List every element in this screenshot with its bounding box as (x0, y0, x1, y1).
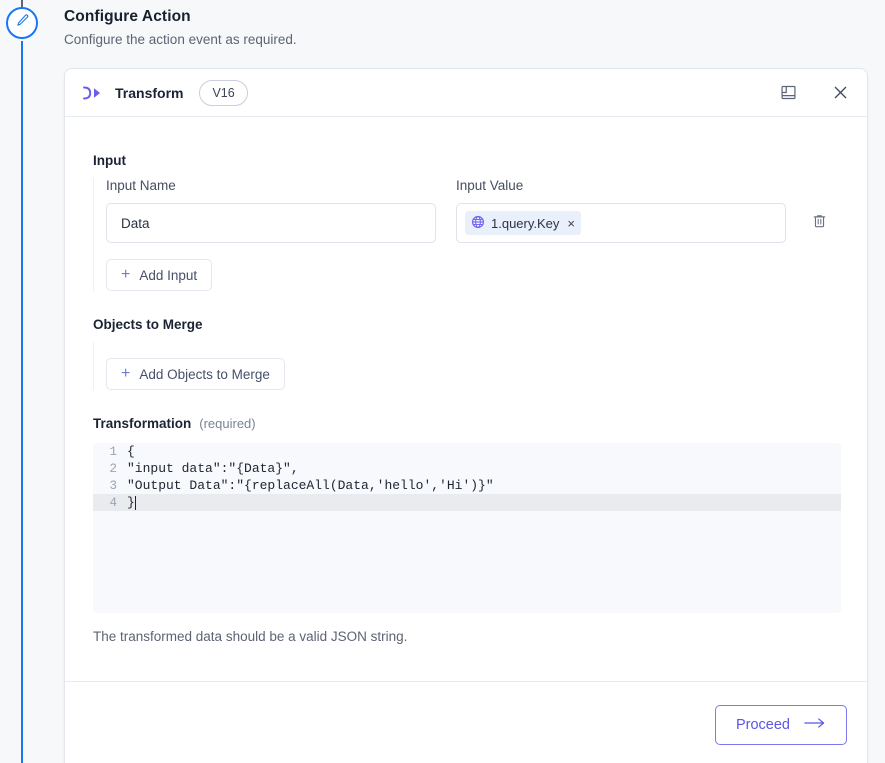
code-text: } (127, 495, 135, 510)
page-header: Configure Action Configure the action ev… (64, 8, 564, 47)
input-group: Input Name Input Value (93, 178, 839, 291)
add-objects-to-merge-button[interactable]: + Add Objects to Merge (106, 358, 285, 390)
proceed-button[interactable]: Proceed (714, 704, 847, 745)
card-header: Transform V16 (65, 69, 867, 117)
merge-section-label: Objects to Merge (93, 317, 203, 332)
globe-icon (471, 215, 485, 232)
rail-node-configure[interactable] (6, 7, 38, 39)
input-name-column: Input Name (106, 178, 436, 243)
page-title: Configure Action (64, 8, 191, 25)
proceed-label: Proceed (735, 716, 790, 733)
add-objects-label: Add Objects to Merge (139, 366, 270, 382)
code-line[interactable]: 3 "Output Data":"{replaceAll(Data,'hello'… (93, 477, 841, 494)
code-lines: 1{2 "input data":"{Data}", 3 "Output Data":… (93, 443, 841, 511)
card-body: Input Input Name Input Value (65, 117, 867, 731)
code-text: "input data":"{Data}", (127, 461, 299, 476)
input-field-row: Input Name Input Value (106, 178, 839, 243)
input-name-label: Input Name (106, 178, 176, 193)
page-subtitle: Configure the action event as required. (64, 32, 297, 47)
transformation-helper-text: The transformed data should be a valid J… (93, 629, 408, 644)
code-text: { (127, 444, 135, 459)
text-caret (134, 495, 136, 510)
input-value-column: Input Value 1.query.Key × (456, 178, 786, 243)
input-value-field[interactable]: 1.query.Key × (456, 203, 786, 243)
line-number: 4 (109, 495, 117, 510)
input-section-label: Input (93, 153, 126, 168)
card-header-left: Transform V16 (81, 79, 775, 106)
code-line[interactable]: 1{ (93, 443, 841, 460)
line-number: 3 (109, 478, 117, 493)
line-number: 2 (109, 461, 117, 476)
workflow-rail (0, 0, 44, 763)
input-section: Input Input Name Input Value (93, 153, 839, 291)
transformation-required-note: (required) (199, 416, 256, 431)
arrow-right-icon (804, 717, 826, 733)
line-number: 1 (109, 444, 117, 459)
delete-input-button[interactable] (806, 203, 832, 243)
input-value-label: Input Value (456, 178, 524, 193)
binding-chip-label: 1.query.Key (491, 215, 560, 231)
add-input-button[interactable]: + Add Input (106, 259, 213, 291)
chip-remove-icon[interactable]: × (567, 217, 575, 230)
transformation-label: Transformation (93, 416, 192, 431)
transformation-code-editor[interactable]: 1{2 "input data":"{Data}", 3 "Output Data":… (93, 443, 841, 613)
transformation-section: Transformation (required) 1{2 "input data… (93, 416, 841, 644)
code-text: "Output Data":"{replaceAll(Data,'hello',… (127, 478, 494, 493)
close-icon[interactable] (827, 80, 853, 106)
version-badge[interactable]: V16 (199, 79, 248, 106)
transformation-header: Transformation (required) (93, 416, 839, 431)
plus-icon: + (121, 365, 131, 382)
card-footer: Proceed (65, 681, 867, 763)
node-title: Transform (115, 84, 184, 101)
code-line[interactable]: 2 "input data":"{Data}", (93, 460, 841, 477)
input-name-field[interactable] (106, 203, 436, 243)
merge-section: Objects to Merge + Add Objects to Merge (93, 317, 839, 390)
rail-line (21, 41, 23, 763)
book-icon[interactable] (775, 80, 801, 106)
add-input-label: Add Input (139, 267, 198, 283)
plus-icon: + (121, 266, 131, 283)
binding-chip[interactable]: 1.query.Key × (465, 211, 582, 235)
trash-icon (812, 213, 827, 234)
code-line[interactable]: 4} (93, 494, 841, 511)
merge-group: + Add Objects to Merge (93, 342, 839, 390)
transform-arrow-icon (81, 82, 103, 104)
card-header-actions (775, 80, 853, 106)
configure-action-card: Transform V16 Input Input Name Data Inpu… (64, 68, 868, 763)
pencil-icon (15, 13, 30, 33)
